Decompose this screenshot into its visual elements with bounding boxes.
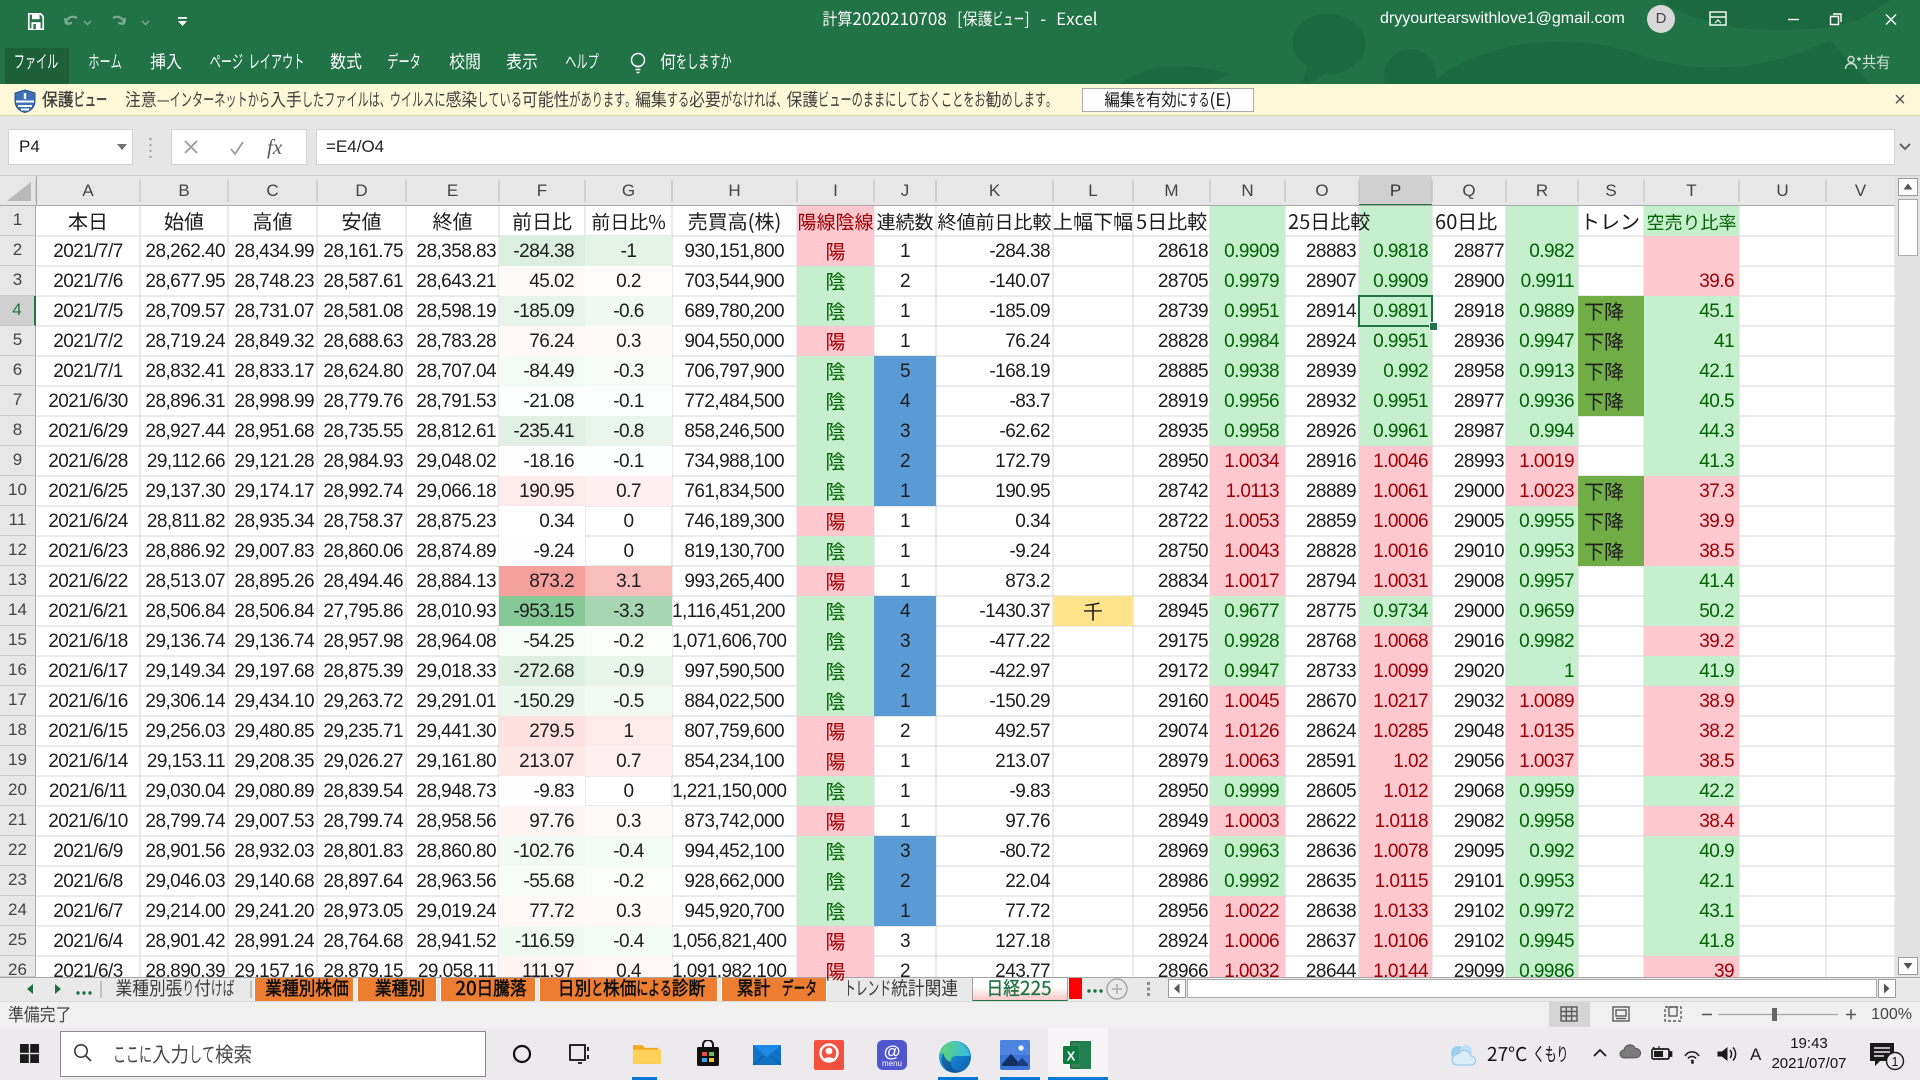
svg-text:A: A	[1750, 1045, 1762, 1064]
svg-text:X: X	[1067, 1049, 1076, 1064]
svg-text:1: 1	[1891, 1054, 1898, 1069]
svg-text:fx: fx	[267, 135, 283, 159]
svg-text:menu: menu	[882, 1059, 902, 1068]
